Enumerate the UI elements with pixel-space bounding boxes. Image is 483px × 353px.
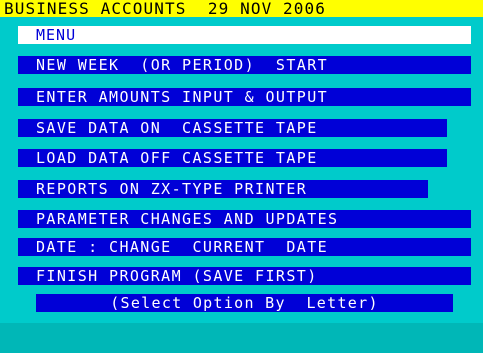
menu-item-load-data[interactable]: LOAD DATA OFF CASSETTE TAPE xyxy=(18,149,447,167)
menu-item-enter-amounts[interactable]: ENTER AMOUNTS INPUT & OUTPUT xyxy=(18,88,471,106)
title-bar: BUSINESS ACCOUNTS 29 NOV 2006 xyxy=(0,0,483,17)
menu-item-date-change[interactable]: DATE : CHANGE CURRENT DATE xyxy=(18,238,471,256)
selection-prompt: (Select Option By Letter) xyxy=(36,294,453,312)
menu-item-new-week[interactable]: NEW WEEK (OR PERIOD) START xyxy=(18,56,471,74)
menu-item-finish-program[interactable]: FINISH PROGRAM (SAVE FIRST) xyxy=(18,267,471,285)
menu-item-save-data[interactable]: SAVE DATA ON CASSETTE TAPE xyxy=(18,119,447,137)
menu-item-reports[interactable]: REPORTS ON ZX-TYPE PRINTER xyxy=(18,180,428,198)
menu-item-parameter-changes[interactable]: PARAMETER CHANGES AND UPDATES xyxy=(18,210,471,228)
computer-screen: BUSINESS ACCOUNTS 29 NOV 2006 MENU NEW W… xyxy=(0,0,483,353)
menu-header: MENU xyxy=(18,26,471,44)
screen-border xyxy=(0,323,483,353)
